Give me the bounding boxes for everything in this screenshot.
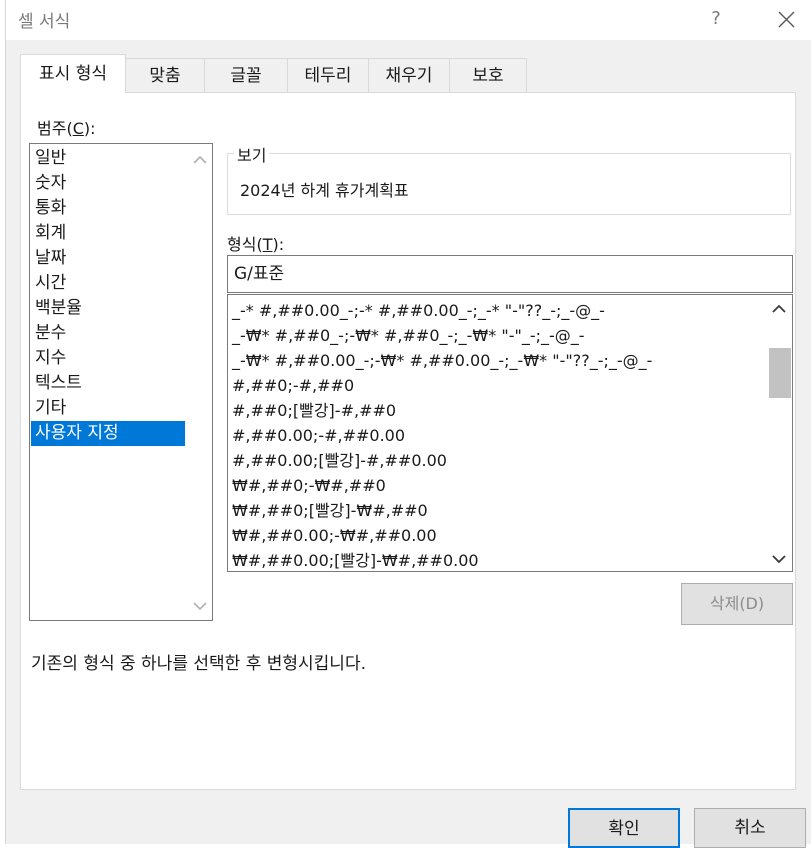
format-code-item[interactable]: #,##0;[빨강]-#,##0 [232, 398, 396, 423]
preview-group: 보기 2024년 하계 휴가계획표 [227, 142, 791, 215]
format-code-item[interactable]: #,##0.00;[빨강]-#,##0.00 [232, 448, 447, 473]
dialog-title: 셀 서식 [18, 12, 71, 32]
preview-label: 보기 [234, 142, 270, 166]
tab-number-format[interactable]: 표시 형식 [20, 54, 126, 93]
description-text: 기존의 형식 중 하나를 선택한 후 변형시킵니다. [31, 654, 366, 674]
title-bar: 셀 서식 ? [6, 0, 811, 40]
cancel-button[interactable]: 취소 [694, 808, 806, 848]
format-code-input[interactable]: G/표준 [227, 255, 793, 293]
tab-protection[interactable]: 보호 [449, 58, 527, 92]
tab-alignment[interactable]: 맞춤 [125, 58, 205, 92]
category-list[interactable]: 일반 숫자 통화 회계 날짜 시간 백분율 분수 지수 텍스트 기타 사용자 지… [29, 143, 213, 621]
preview-value: 2024년 하계 휴가계획표 [240, 181, 409, 200]
format-code-item[interactable]: ₩#,##0;-₩#,##0 [232, 473, 386, 498]
dialog-body: 표시 형식 맞춤 글꼴 테두리 채우기 보호 범주(C): 일반 숫자 통화 회… [6, 40, 811, 848]
category-item-special[interactable]: 기타 [31, 396, 181, 421]
category-item-number[interactable]: 숫자 [31, 171, 181, 196]
category-item-fraction[interactable]: 분수 [31, 321, 181, 346]
format-label: 형식(T): [227, 235, 285, 254]
format-scrollbar[interactable] [766, 295, 792, 571]
category-item-date[interactable]: 날짜 [31, 246, 181, 271]
close-button[interactable] [770, 5, 802, 33]
tab-fill[interactable]: 채우기 [368, 58, 450, 92]
category-scrollbar[interactable] [188, 144, 212, 620]
format-code-item[interactable]: #,##0;-#,##0 [232, 373, 354, 398]
close-icon [778, 11, 795, 28]
help-button[interactable]: ? [703, 6, 729, 32]
format-code-item[interactable]: _-₩* #,##0.00_-;-₩* #,##0.00_-;_-₩* "-"?… [232, 348, 652, 373]
category-item-accounting[interactable]: 회계 [31, 221, 181, 246]
category-label: 범주(C): [37, 119, 96, 138]
ok-button[interactable]: 확인 [568, 808, 680, 848]
scroll-down-icon[interactable] [192, 600, 208, 612]
category-item-percentage[interactable]: 백분율 [31, 296, 181, 321]
format-code-list[interactable]: _-* #,##0.00_-;-* #,##0.00_-;_-* "-"??_-… [227, 294, 793, 572]
tab-font[interactable]: 글꼴 [204, 58, 288, 92]
format-code-item[interactable]: ₩#,##0.00;[빨강]-₩#,##0.00 [232, 548, 479, 571]
scroll-up-icon[interactable] [771, 303, 787, 315]
category-item-custom[interactable]: 사용자 지정 [31, 421, 185, 446]
format-code-item[interactable]: ₩#,##0;[빨강]-₩#,##0 [232, 498, 428, 523]
category-item-time[interactable]: 시간 [31, 271, 181, 296]
format-code-item[interactable]: ₩#,##0.00;-₩#,##0.00 [232, 523, 437, 548]
scroll-up-icon[interactable] [192, 154, 208, 166]
tab-border[interactable]: 테두리 [287, 58, 369, 92]
category-item-scientific[interactable]: 지수 [31, 346, 181, 371]
scroll-down-icon[interactable] [771, 553, 787, 565]
format-code-item[interactable]: _-₩* #,##0_-;-₩* #,##0_-;_-₩* "-"_-;_-@_… [232, 323, 585, 348]
delete-button[interactable]: 삭제(D) [681, 583, 793, 625]
category-item-currency[interactable]: 통화 [31, 196, 181, 221]
category-item-general[interactable]: 일반 [31, 146, 181, 171]
category-item-text[interactable]: 텍스트 [31, 371, 181, 396]
scrollbar-thumb[interactable] [769, 348, 791, 398]
number-format-panel: 범주(C): 일반 숫자 통화 회계 날짜 시간 백분율 분수 지수 텍스트 기… [20, 92, 796, 790]
format-code-item[interactable]: _-* #,##0.00_-;-* #,##0.00_-;_-* "-"??_-… [232, 298, 605, 323]
format-code-item[interactable]: #,##0.00;-#,##0.00 [232, 423, 405, 448]
